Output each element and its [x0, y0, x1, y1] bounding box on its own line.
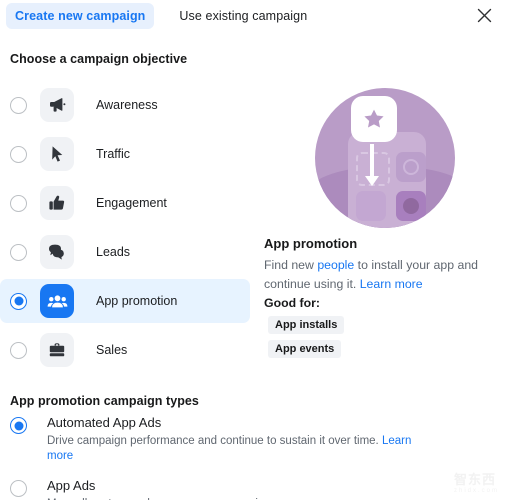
campaign-type-description: Drive campaign performance and continue … — [47, 434, 440, 464]
watermark-subtext: zhidx.com — [453, 488, 499, 494]
objective-list: Awareness Traffic Engagement Leads App p… — [0, 83, 250, 377]
campaign-types-list: Automated App Ads Drive campaign perform… — [10, 415, 440, 500]
campaign-type-texts: App Ads Manually set up and run your app… — [47, 478, 280, 500]
watermark-text: 智东西 — [453, 472, 496, 487]
radio-automated-app-ads[interactable] — [10, 417, 27, 434]
objective-section-title: Choose a campaign objective — [10, 52, 188, 66]
close-icon — [477, 8, 492, 23]
objective-label: Leads — [96, 244, 131, 259]
objective-row-awareness[interactable]: Awareness — [0, 83, 250, 127]
people-link[interactable]: people — [317, 258, 354, 272]
detail-title: App promotion — [264, 236, 358, 251]
detail-description: Find new people to install your app and … — [264, 256, 498, 294]
watermark: 智东西 zhidx.com — [454, 469, 499, 494]
thumbs-up-icon — [40, 186, 74, 220]
campaign-type-row-app-ads[interactable]: App Ads Manually set up and run your app… — [10, 478, 440, 500]
campaign-types-title: App promotion campaign types — [10, 394, 199, 408]
download-arrow-icon — [365, 144, 379, 186]
detail-desc-part1: Find new — [264, 258, 318, 272]
objective-row-engagement[interactable]: Engagement — [0, 181, 250, 225]
radio-traffic[interactable] — [10, 145, 27, 163]
radio-app-ads[interactable] — [10, 480, 27, 497]
objective-row-sales[interactable]: Sales — [0, 328, 250, 372]
objective-label: Engagement — [96, 195, 167, 210]
radio-awareness[interactable] — [10, 96, 27, 114]
illustration-tile-circle — [403, 198, 419, 214]
clock-icon — [403, 159, 419, 175]
speech-bubbles-icon — [40, 235, 74, 269]
good-for-pill-app-installs: App installs — [268, 316, 345, 334]
campaign-type-name: Automated App Ads — [47, 415, 162, 430]
briefcase-icon — [40, 333, 74, 367]
people-group-icon — [40, 284, 74, 318]
objective-label: Traffic — [96, 146, 131, 161]
cursor-arrow-icon — [40, 137, 74, 171]
dialog-tabbar: Create new campaign Use existing campaig… — [0, 0, 507, 31]
campaign-type-desc-text: Drive campaign performance and continue … — [47, 435, 382, 447]
objective-label: Awareness — [96, 97, 158, 112]
good-for-pill-app-events: App events — [268, 340, 342, 358]
close-button[interactable] — [473, 4, 495, 26]
app-promotion-illustration — [315, 88, 455, 228]
radio-engagement[interactable] — [10, 194, 27, 212]
learn-more-link[interactable]: Learn more — [360, 277, 423, 291]
good-for-label: Good for: — [264, 296, 321, 310]
tab-create-new-campaign[interactable]: Create new campaign — [6, 2, 155, 29]
objective-row-app-promotion[interactable]: App promotion — [0, 279, 250, 323]
objective-label: Sales — [96, 342, 128, 357]
star-app-icon — [351, 96, 397, 142]
campaign-type-texts: Automated App Ads Drive campaign perform… — [47, 415, 440, 464]
objective-row-leads[interactable]: Leads — [0, 230, 250, 274]
campaign-type-name: App Ads — [47, 478, 96, 493]
megaphone-icon — [40, 88, 74, 122]
objective-row-traffic[interactable]: Traffic — [0, 132, 250, 176]
radio-leads[interactable] — [10, 243, 27, 261]
campaign-type-row-automated-app-ads[interactable]: Automated App Ads Drive campaign perform… — [10, 415, 440, 464]
objective-label: App promotion — [96, 293, 178, 308]
illustration-tile-1 — [356, 191, 386, 221]
campaign-objective-dialog: Create new campaign Use existing campaig… — [0, 0, 507, 500]
radio-app-promotion[interactable] — [10, 292, 27, 310]
tab-use-existing-campaign[interactable]: Use existing campaign — [170, 3, 316, 29]
radio-sales[interactable] — [10, 341, 27, 359]
